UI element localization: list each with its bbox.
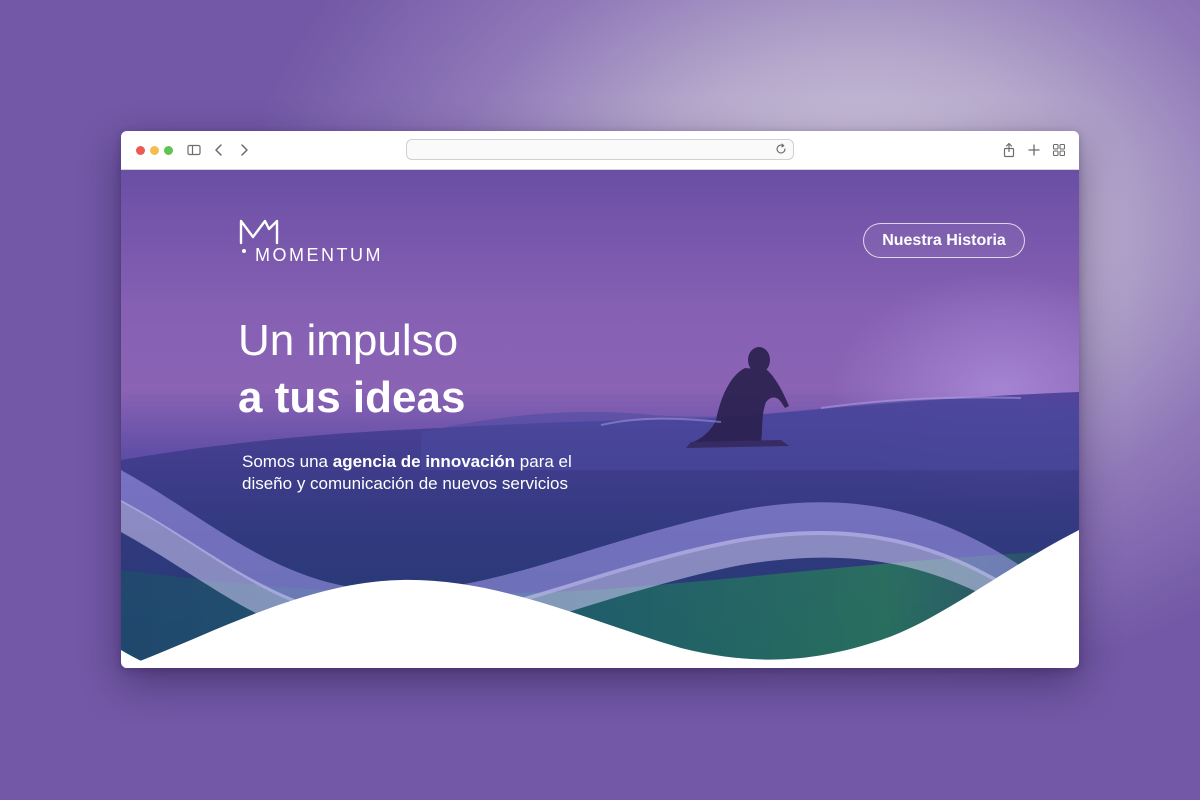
headline-line-1: Un impulso — [238, 316, 459, 365]
back-icon[interactable] — [211, 142, 227, 158]
tagline-part-1: Somos una — [242, 452, 333, 471]
zoom-window-button[interactable] — [164, 146, 173, 155]
brand-name[interactable]: MOMENTUM — [255, 245, 383, 266]
tagline-line-2: diseño y comunicación de nuevos servicio… — [242, 474, 569, 493]
browser-toolbar — [121, 131, 1079, 170]
nuestra-historia-button[interactable]: Nuestra Historia — [863, 223, 1025, 258]
address-bar[interactable] — [406, 139, 794, 160]
tab-overview-icon[interactable] — [1051, 142, 1067, 158]
browser-window: MOMENTUM Nuestra Historia Un impulso a t… — [121, 131, 1079, 668]
sidebar-icon[interactable] — [186, 142, 202, 158]
minimize-window-button[interactable] — [150, 146, 159, 155]
share-icon[interactable] — [1001, 142, 1017, 158]
reload-icon[interactable] — [774, 142, 788, 156]
close-window-button[interactable] — [136, 146, 145, 155]
hero-tagline: Somos una agencia de innovación para el … — [242, 451, 662, 495]
new-tab-icon[interactable] — [1026, 142, 1042, 158]
forward-icon[interactable] — [236, 142, 252, 158]
tagline-bold: agencia de innovación — [332, 452, 516, 471]
hero-section: MOMENTUM Nuestra Historia Un impulso a t… — [121, 170, 1079, 668]
tagline-part-2: para el — [515, 452, 572, 471]
headline-line-2: a tus ideas — [238, 373, 466, 422]
